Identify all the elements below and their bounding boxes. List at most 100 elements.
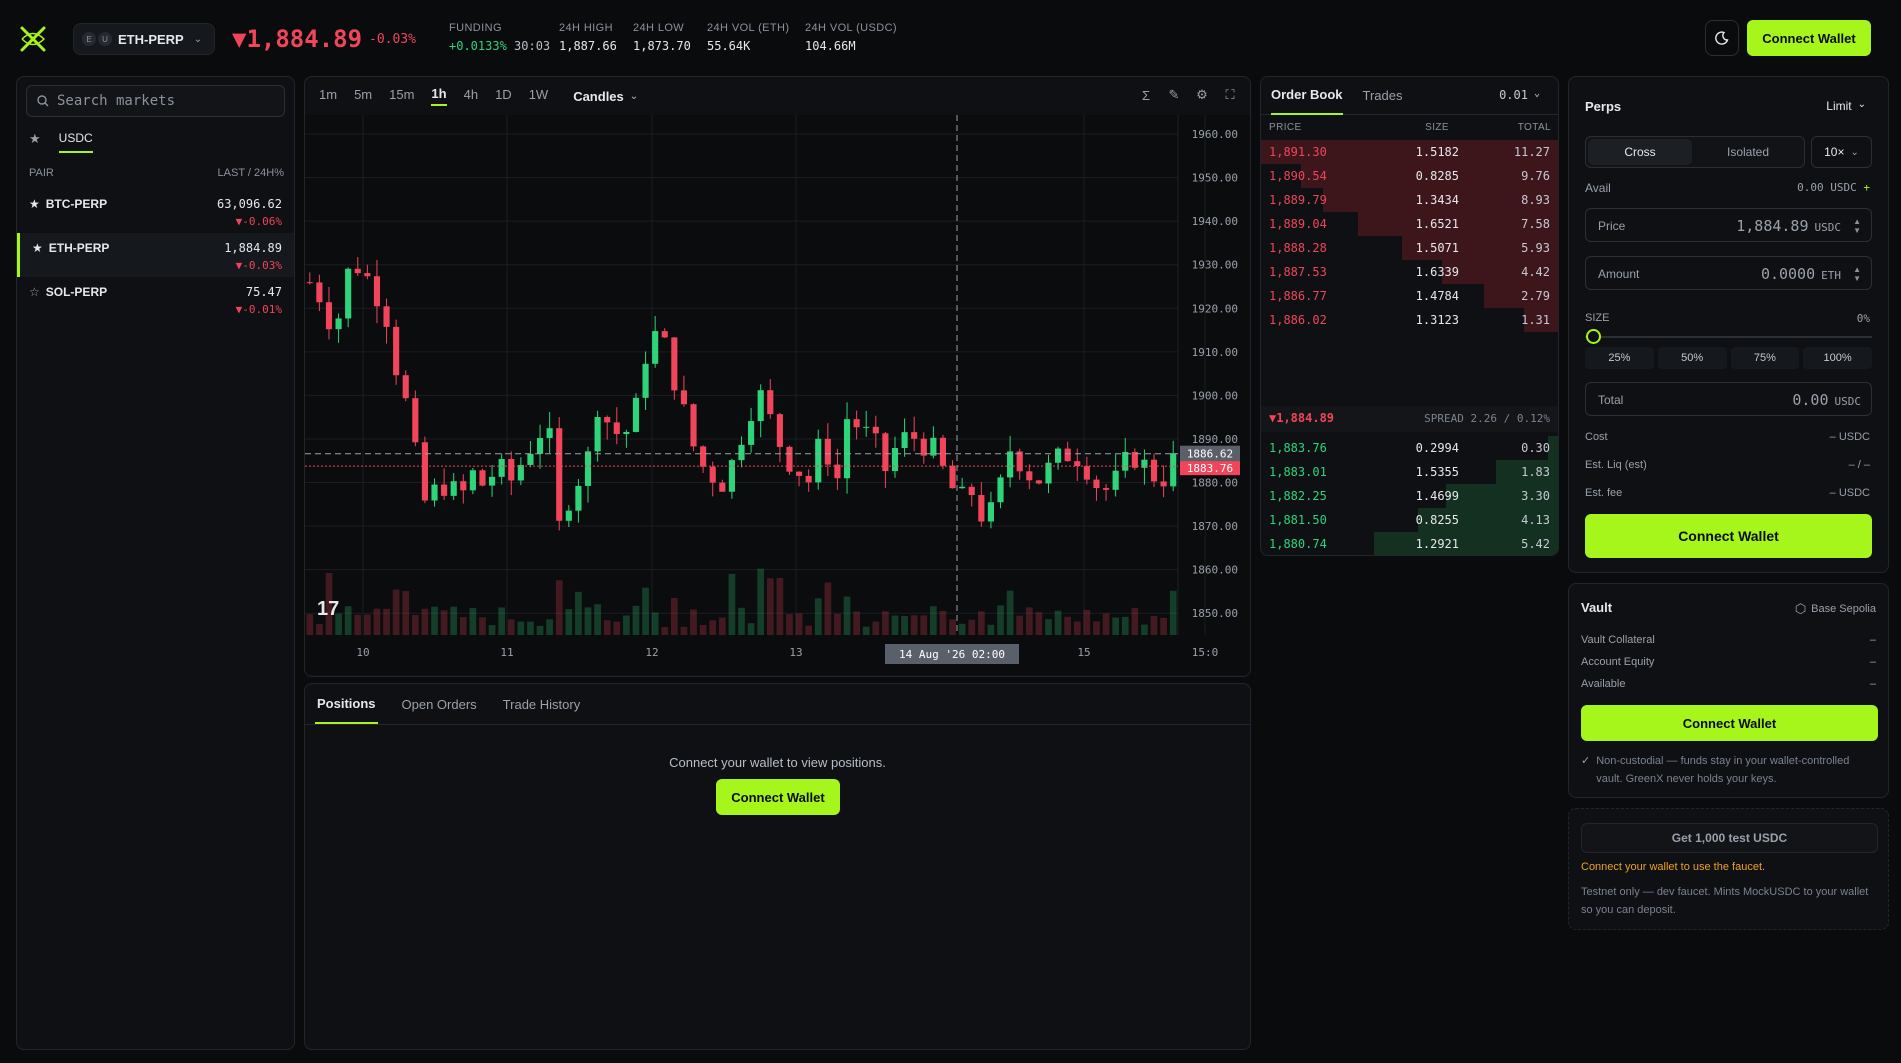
tf-1d[interactable]: 1D [495,87,512,105]
bid-row[interactable]: 1,880.74 1.2921 5.42 [1261,532,1558,555]
favorites-star-icon[interactable]: ★ [29,131,41,153]
stepper-icon[interactable]: ▲ ▼ [1853,265,1861,283]
size-75-button[interactable]: 75% [1730,347,1800,369]
ask-row[interactable]: 1,891.30 1.5182 11.27 [1261,140,1558,164]
size-50-button[interactable]: 50% [1657,347,1727,369]
deposit-plus-icon[interactable]: + [1863,181,1870,194]
volume-bar [642,587,649,635]
candle-body [613,422,620,435]
chart-type-select[interactable]: Candles ⌄ [573,89,638,104]
tf-1w[interactable]: 1W [529,87,549,105]
chevron-down-icon: ⌄ [1533,88,1540,99]
margin-cross-button[interactable]: Cross [1588,139,1692,165]
x-tick-label: 15:0 [1192,646,1219,659]
order-type-select[interactable]: Limit ⌄ [1826,99,1866,113]
stepper-icon[interactable]: ▲ ▼ [1853,217,1861,235]
market-row-sol[interactable]: ☆ SOL-PERP 75.47 ▼-0.01% [17,277,294,321]
bid-size: 0.2994 [1415,441,1459,455]
ask-row[interactable]: 1,886.77 1.4784 2.79 [1261,284,1558,308]
bid-row[interactable]: 1,882.25 1.4699 3.30 [1261,484,1558,508]
tf-1h[interactable]: 1h [431,86,447,106]
tf-15m[interactable]: 15m [389,87,414,105]
check-icon: ✓ [1581,755,1591,767]
volume-bar [536,625,544,635]
market-row-eth[interactable]: ★ ETH-PERP 1,884.89 ▼-0.03% [17,233,294,277]
ask-row[interactable]: 1,889.79 1.3434 8.93 [1261,188,1558,212]
margin-isolated-button[interactable]: Isolated [1696,139,1800,165]
tf-4h[interactable]: 4h [464,87,478,105]
market-row-btc[interactable]: ★ BTC-PERP 63,096.62 ▼-0.06% [17,189,294,233]
tab-trade-history[interactable]: Trade History [501,684,583,724]
ask-row[interactable]: 1,886.02 1.3123 1.31 [1261,308,1558,332]
size-slider-thumb[interactable] [1586,329,1601,344]
candle-body [421,442,428,501]
ask-total: 1.31 [1521,313,1550,327]
draw-pencil-icon[interactable]: ✎ [1166,87,1182,103]
size-slider-track[interactable] [1585,336,1872,338]
volume-bar [613,621,621,635]
candle-body [882,433,889,472]
market-selector[interactable]: EU ETH-PERP ⌄ [73,23,215,55]
avail-label: Avail [1585,181,1611,195]
volume-bar [479,617,486,635]
tf-1m[interactable]: 1m [319,87,337,105]
candle-body [402,375,409,399]
tf-5m[interactable]: 5m [354,87,372,105]
total-field[interactable]: Total 0.00 USDC [1585,382,1872,416]
volume-bar [910,615,918,635]
price-field[interactable]: Price 1,884.89 USDC ▲ ▼ [1585,208,1872,242]
search-input[interactable]: Search markets [26,85,285,117]
logo-icon[interactable] [18,24,48,54]
tab-usdc[interactable]: USDC [58,131,93,153]
candle-body [748,421,755,445]
star-outline-icon[interactable]: ☆ [29,285,40,299]
faucet-button[interactable]: Get 1,000 test USDC [1581,823,1878,853]
amount-field[interactable]: Amount 0.0000 ETH ▲ ▼ [1585,256,1872,290]
volume-bar [1131,607,1139,635]
ask-row[interactable]: 1,890.54 0.8285 9.76 [1261,164,1558,188]
candle-body [364,273,371,277]
bid-row[interactable]: 1,883.01 1.5355 1.83 [1261,460,1558,484]
candle-body [1112,470,1119,490]
bid-row[interactable]: 1,883.76 0.2994 0.30 [1261,436,1558,460]
chart-panel: 1m 5m 15m 1h 4h 1D 1W Candles ⌄ Σ ✎ ⚙ ⛶ 1… [304,76,1251,677]
x-tick-label: 12 [645,646,658,659]
settings-gear-icon[interactable]: ⚙ [1194,87,1210,103]
bid-row[interactable]: 1,881.50 0.8255 4.13 [1261,508,1558,532]
ask-row[interactable]: 1,887.53 1.6339 4.42 [1261,260,1558,284]
candlestick-chart[interactable]: 1960.00 1950.00 1940.00 1930.00 1920.00 1910.… [305,115,1250,675]
fullscreen-icon[interactable]: ⛶ [1222,87,1238,103]
stat-24h-high: 24H HIGH 1,887.66 [559,22,617,53]
candle-body [1093,479,1100,489]
positions-connect-wallet-button[interactable]: Connect Wallet [716,779,840,815]
tick-size-select[interactable]: 0.01 ⌄ [1499,88,1540,102]
theme-toggle-button[interactable] [1705,20,1739,56]
ask-row[interactable]: 1,889.04 1.6521 7.58 [1261,212,1558,236]
star-filled-icon[interactable]: ★ [32,241,43,255]
ask-price: 1,889.04 [1269,217,1327,231]
indicators-icon[interactable]: Σ [1138,87,1154,103]
tab-trades[interactable]: Trades [1363,77,1403,115]
volume-bar [1006,590,1014,635]
x-tick-label: 15 [1077,646,1090,659]
tab-positions[interactable]: Positions [315,684,378,724]
candle-body [824,438,831,465]
order-connect-wallet-button[interactable]: Connect Wallet [1585,514,1872,558]
est-fee-label: Est. fee [1585,487,1623,499]
bid-price: 1,883.01 [1269,465,1327,479]
bid-total: 3.30 [1521,489,1550,503]
star-filled-icon[interactable]: ★ [29,197,40,211]
tab-order-book[interactable]: Order Book [1271,77,1343,115]
spread-value: SPREAD 2.26 / 0.12% [1424,412,1550,425]
vault-connect-wallet-button[interactable]: Connect Wallet [1581,705,1878,741]
size-100-button[interactable]: 100% [1803,347,1872,369]
ask-row[interactable]: 1,888.28 1.5071 5.93 [1261,236,1558,260]
ask-total: 8.93 [1521,193,1550,207]
size-25-button[interactable]: 25% [1585,347,1654,369]
candle-body [441,484,448,496]
volume-bar [1064,616,1072,635]
leverage-select[interactable]: 10× ⌄ [1811,136,1872,168]
tab-open-orders[interactable]: Open Orders [400,684,479,724]
header-connect-wallet-button[interactable]: Connect Wallet [1747,20,1871,56]
chevron-down-icon: ⌄ [193,33,203,45]
